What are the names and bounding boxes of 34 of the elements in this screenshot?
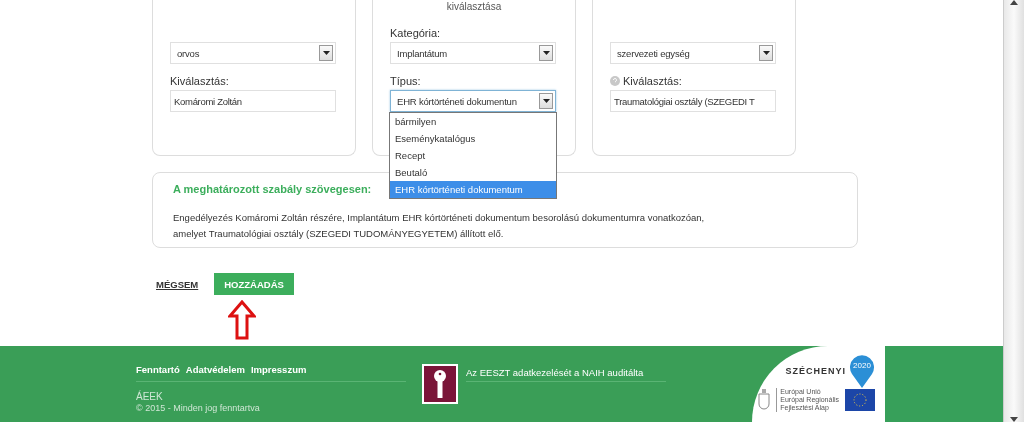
- cancel-link[interactable]: MÉGSEM: [156, 278, 199, 290]
- dropdown-select[interactable]: szervezeti egység: [610, 42, 776, 64]
- dropdown-select[interactable]: EHR kórtörténeti dokumentun: [390, 90, 556, 112]
- caret-icon: [322, 51, 330, 55]
- card-title: kiválasztása: [445, 1, 503, 12]
- field-label: Kategória:: [390, 26, 441, 39]
- rule-title: A meghatározott szabály szövegesen:: [173, 183, 372, 195]
- input-field[interactable]: Komáromi Zoltán: [170, 90, 336, 112]
- coat-of-arms-icon: [758, 388, 771, 412]
- dropdown-option[interactable]: Beutaló: [390, 164, 556, 181]
- caret-icon: [762, 51, 770, 55]
- logo-year: 2020: [853, 361, 871, 372]
- caret-icon: [542, 99, 550, 103]
- org-name: ÁEEK: [136, 391, 164, 402]
- caret-icon: [542, 51, 550, 55]
- input-field[interactable]: Traumatológiai osztály (SZEGEDI T: [610, 90, 776, 112]
- audit-text: Az EESZT adatkezelését a NAIH auditálta: [466, 364, 666, 382]
- dropdown-option[interactable]: Recept: [390, 147, 556, 164]
- scrollbar[interactable]: [1003, 0, 1024, 422]
- dropdown-option[interactable]: Eseménykatalógus: [390, 130, 556, 147]
- dropdown-select[interactable]: Implantátum: [390, 42, 556, 64]
- dropdown-option[interactable]: bármilyen: [390, 113, 556, 130]
- dropdown-select[interactable]: orvos: [170, 42, 336, 64]
- up-arrow-icon: [228, 300, 256, 340]
- scroll-up-icon[interactable]: [1010, 0, 1018, 5]
- field-label: Kiválasztás:: [623, 74, 682, 87]
- copyright-text: © 2015 - Minden jog fenntartva: [136, 403, 261, 413]
- field-label: Kiválasztás:: [170, 74, 229, 87]
- scroll-down-icon[interactable]: [1010, 417, 1018, 422]
- logo-name: SZÉCHENYI: [785, 366, 846, 376]
- eu-flag-icon: [845, 389, 875, 411]
- key-icon: [422, 364, 458, 404]
- rule-text: Engedélyezés Komáromi Zoltán részére, Implantátum EHR kórtörténeti dokumentum besorolású dokumentumra vonatkozóan, amelyet Traumatológiai osztály (SZEGEDI TUDOMÁNYEGYETEM) állított elő.: [173, 211, 706, 241]
- field-label: Típus:: [390, 74, 421, 87]
